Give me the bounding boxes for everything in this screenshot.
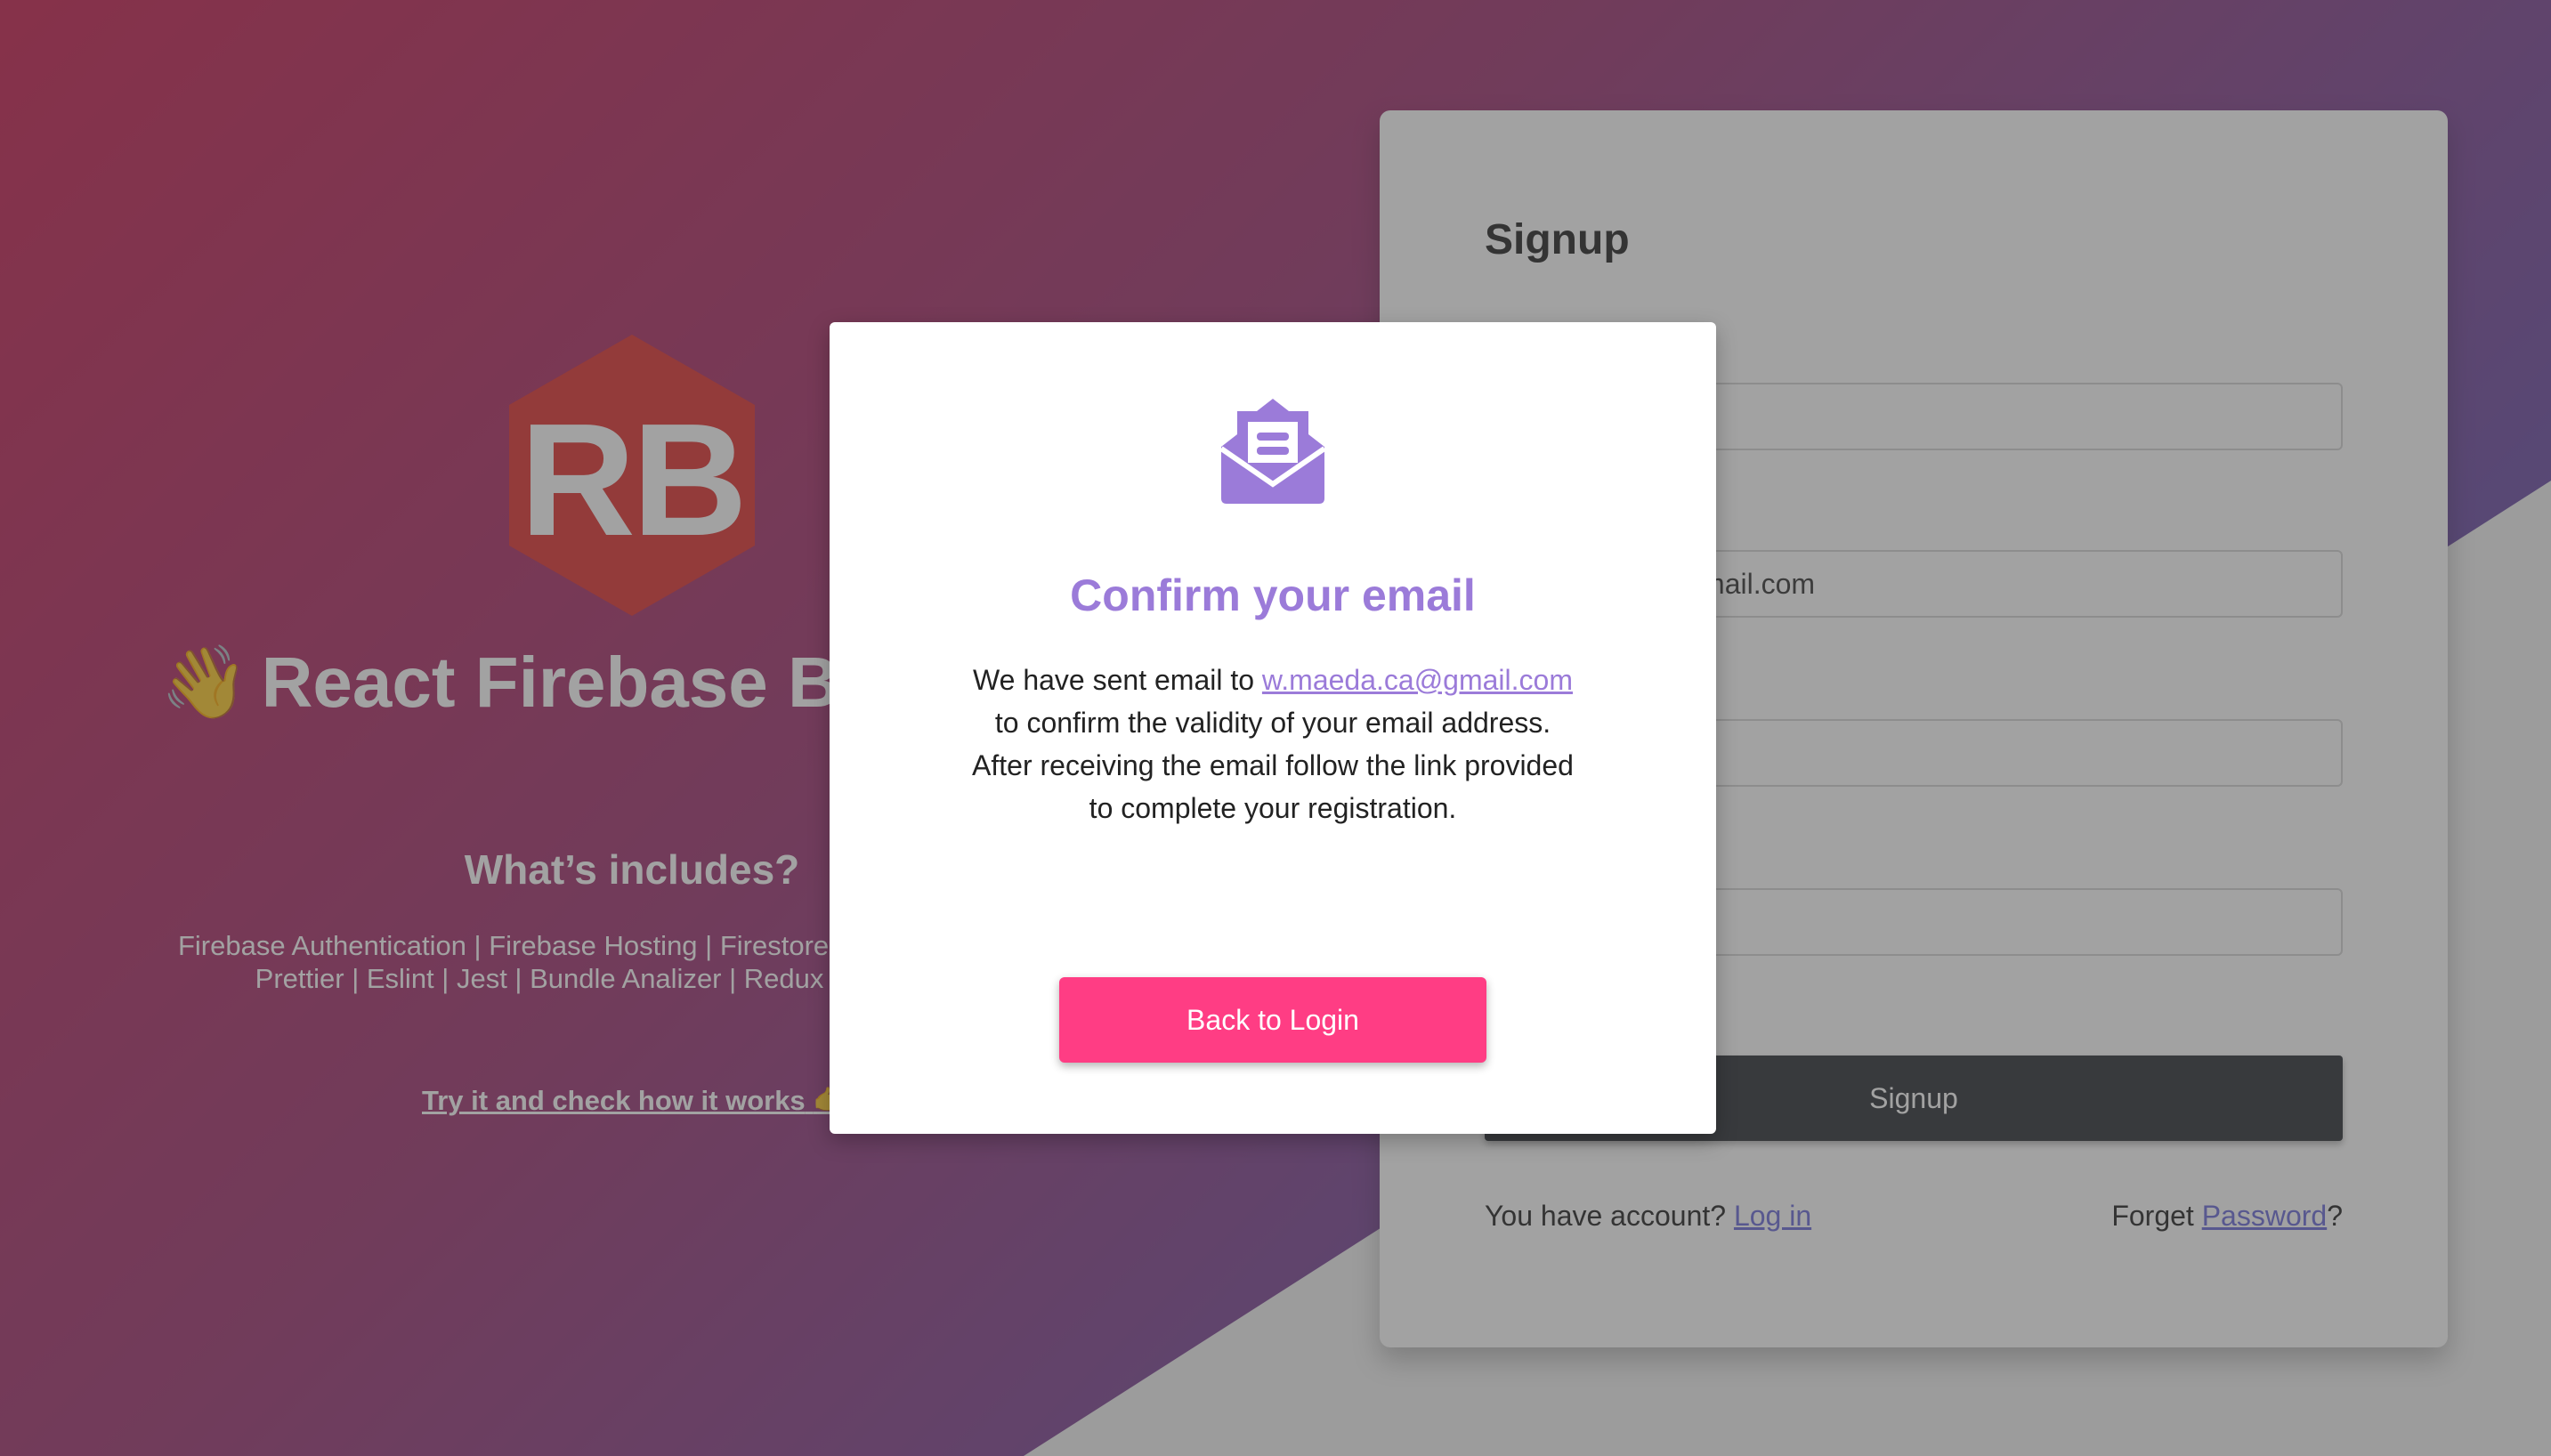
email-link[interactable]: w.maeda.ca@gmail.com	[1262, 664, 1573, 696]
confirm-email-modal: Confirm your email We have sent email to…	[830, 322, 1716, 1134]
body-suffix: to confirm the validity of your email ad…	[972, 707, 1574, 824]
modal-title: Confirm your email	[1070, 570, 1476, 620]
modal-body: We have sent email to w.maeda.ca@gmail.c…	[965, 659, 1581, 829]
envelope-open-text-icon	[1219, 399, 1326, 504]
body-prefix: We have sent email to	[973, 664, 1255, 696]
back-to-login-button[interactable]: Back to Login	[1059, 977, 1486, 1063]
